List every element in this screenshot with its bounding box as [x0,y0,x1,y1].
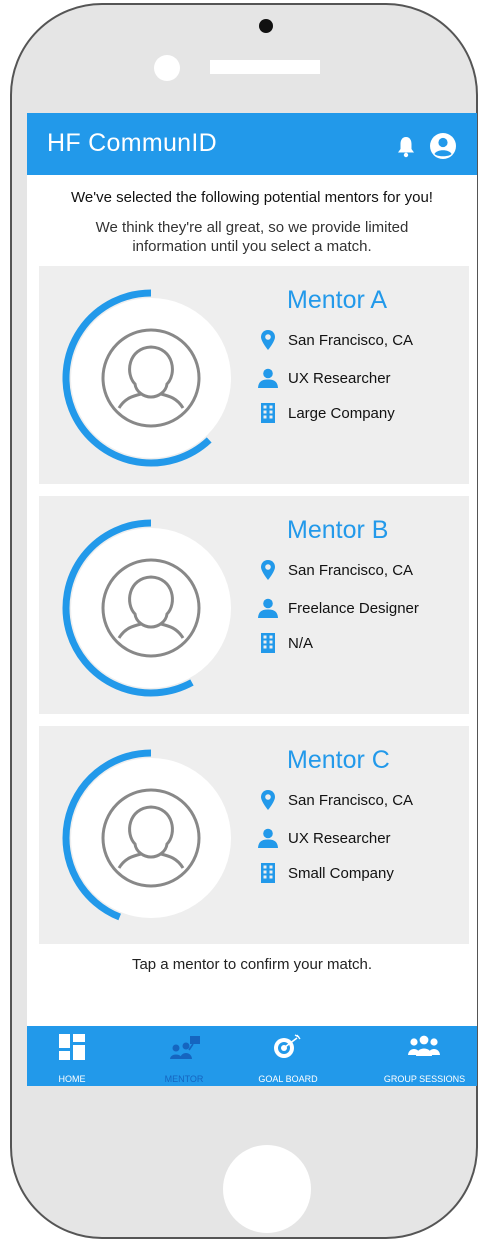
nav-group-sessions-label: GROUP SESSIONS [383,1074,466,1084]
nav-home[interactable]: HOME [27,1026,117,1086]
profile-icon[interactable] [429,132,457,160]
avatar-disc [71,758,231,918]
bell-icon[interactable] [397,136,415,158]
mentor-location: San Francisco, CA [288,331,414,349]
mentor-location: San Francisco, CA [288,791,414,809]
location-pin-icon [261,560,275,580]
footer-note: Tap a mentor to confirm your match. [131,956,373,973]
mentor-card[interactable]: Mentor C San Francisco, CA UX Researcher… [39,726,469,944]
mentor-icon [170,1036,200,1059]
location-pin-icon [261,330,275,350]
nav-home-label: HOME [58,1074,86,1084]
location-pin-icon [261,790,275,810]
mentor-name: Mentor B [287,516,389,544]
nav-mentor-label: MENTOR [164,1074,204,1084]
person-icon [258,598,278,618]
mentor-role-row: Freelance Designer [257,597,419,619]
person-icon [258,368,278,388]
mentor-role: UX Researcher [288,369,391,387]
group-icon [408,1035,440,1056]
home-button[interactable] [223,1145,311,1233]
mentor-card[interactable]: Mentor B San Francisco, CA Freelance Des… [39,496,469,714]
target-icon [274,1034,301,1058]
app-screen: HF CommunID We've selected the following… [27,113,477,1086]
app-bar: HF CommunID [27,113,477,175]
mentor-role-row: UX Researcher [257,367,391,389]
mentor-role-row: UX Researcher [257,827,391,849]
nav-group-sessions[interactable]: GROUP SESSIONS [372,1026,477,1086]
front-camera [259,19,273,33]
bottom-nav: HOME MENTOR GOAL BOARD GROUP SESSIONS [27,1026,477,1086]
match-ring [62,289,231,467]
nav-mentor[interactable]: MENTOR [139,1026,229,1086]
mentor-location-row: San Francisco, CA [257,329,413,351]
avatar-disc [71,298,231,458]
match-ring [62,749,231,921]
mentor-company: N/A [288,634,314,652]
avatar-disc [71,528,231,688]
mentor-location: San Francisco, CA [288,561,414,579]
building-icon [261,403,275,423]
mentor-company: Large Company [288,404,395,422]
person-icon [258,828,278,848]
building-icon [261,863,275,883]
mentor-company-row: Large Company [257,402,395,424]
mentor-name: Mentor C [287,746,390,774]
mentor-location-row: San Francisco, CA [257,559,413,581]
mentor-name: Mentor A [287,286,388,314]
earpiece-speaker [210,60,320,74]
match-ring [62,519,231,697]
intro-heading: We've selected the following potential m… [71,189,433,206]
intro-subtext: We think they're all great, so we provid… [95,219,409,255]
mentor-role: UX Researcher [288,829,391,847]
mentor-company-row: Small Company [257,862,394,884]
nav-goal-board[interactable]: GOAL BOARD [243,1026,333,1086]
nav-goal-board-label: GOAL BOARD [258,1074,318,1084]
building-icon [261,633,275,653]
mentor-location-row: San Francisco, CA [257,789,413,811]
dashboard-icon [59,1034,85,1060]
mentor-company-row: N/A [257,632,313,654]
proximity-sensor [154,55,180,81]
mentor-role: Freelance Designer [288,599,419,617]
mentor-company: Small Company [288,864,394,882]
app-title: HF CommunID [47,129,217,157]
mentor-card[interactable]: Mentor A San Francisco, CA UX Researcher… [39,266,469,484]
